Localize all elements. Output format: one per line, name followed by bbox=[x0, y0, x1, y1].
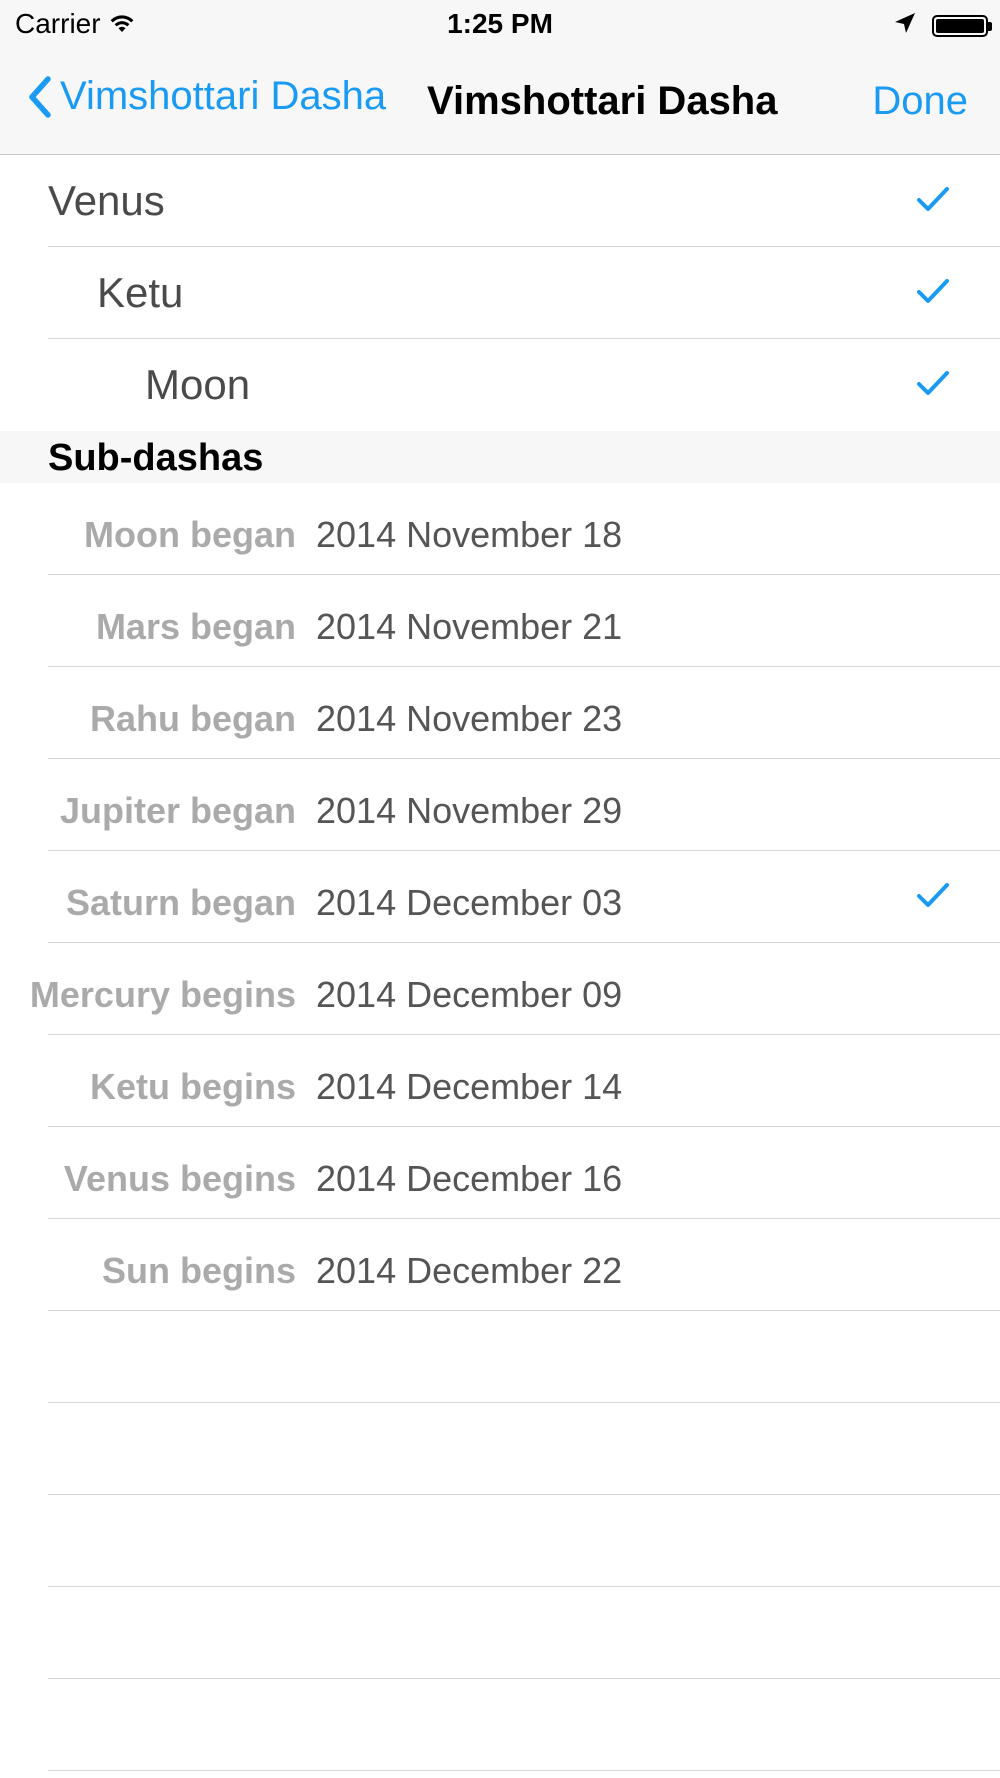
subdasha-date: 2014 December 09 bbox=[316, 974, 623, 1015]
location-arrow-icon bbox=[894, 12, 916, 39]
subdasha-row[interactable]: Ketu begins 2014 December 14 bbox=[0, 1035, 1000, 1127]
subdasha-label: Saturn began bbox=[65, 882, 296, 923]
subdasha-date: 2014 December 16 bbox=[316, 1158, 623, 1199]
navigation-header: Carrier 1:25 PM Vimshottari Dasha Vimsho… bbox=[0, 0, 1000, 155]
subdasha-label: Mars began bbox=[95, 606, 296, 647]
subdasha-row[interactable]: Mars began 2014 November 21 bbox=[0, 575, 1000, 667]
subdasha-date: 2014 November 21 bbox=[316, 606, 623, 647]
section-header: Sub-dashas bbox=[0, 431, 1000, 483]
subdasha-row[interactable]: Mercury begins 2014 December 09 bbox=[0, 943, 1000, 1035]
dasha-level-row-venus[interactable]: Venus bbox=[0, 155, 1000, 247]
checkmark-icon bbox=[916, 881, 950, 909]
subdasha-date: 2014 November 29 bbox=[316, 790, 623, 831]
checkmark-icon bbox=[916, 185, 950, 213]
empty-row bbox=[0, 1403, 1000, 1495]
subdasha-date: 2014 November 18 bbox=[316, 514, 623, 555]
subdasha-label: Mercury begins bbox=[29, 974, 296, 1015]
dasha-level-label: Moon bbox=[145, 361, 251, 408]
subdasha-row[interactable]: Jupiter began 2014 November 29 bbox=[0, 759, 1000, 851]
status-indicators bbox=[894, 12, 992, 39]
empty-row bbox=[0, 1679, 1000, 1771]
done-button[interactable]: Done bbox=[872, 79, 968, 124]
nav-bar: Vimshottari Dasha Vimshottari Dasha Done bbox=[0, 50, 1000, 155]
subdasha-row[interactable]: Sun begins 2014 December 22 bbox=[0, 1219, 1000, 1311]
battery-icon bbox=[932, 14, 992, 37]
subdasha-label: Rahu began bbox=[89, 698, 296, 739]
subdasha-date: 2014 November 23 bbox=[316, 698, 623, 739]
section-title: Sub-dashas bbox=[48, 437, 264, 479]
dasha-level-row-ketu[interactable]: Ketu bbox=[0, 247, 1000, 339]
subdasha-label: Ketu begins bbox=[89, 1066, 296, 1107]
subdasha-label: Venus begins bbox=[63, 1158, 296, 1199]
checkmark-icon bbox=[916, 369, 950, 397]
subdasha-list: Moon began 2014 November 18 Mars began 2… bbox=[0, 483, 1000, 1771]
subdasha-row[interactable]: Venus begins 2014 December 16 bbox=[0, 1127, 1000, 1219]
status-bar: Carrier 1:25 PM bbox=[0, 0, 1000, 50]
dasha-level-label: Venus bbox=[48, 177, 165, 224]
empty-row bbox=[0, 1587, 1000, 1679]
clock: 1:25 PM bbox=[447, 8, 553, 39]
empty-row bbox=[0, 1495, 1000, 1587]
subdasha-row[interactable]: Rahu began 2014 November 23 bbox=[0, 667, 1000, 759]
back-button[interactable]: Vimshottari Dasha bbox=[26, 74, 386, 119]
page-title: Vimshottari Dasha bbox=[427, 79, 778, 123]
subdasha-date: 2014 December 03 bbox=[316, 882, 623, 923]
dasha-level-label: Ketu bbox=[97, 269, 184, 316]
subdasha-row[interactable]: Moon began 2014 November 18 bbox=[0, 483, 1000, 575]
dasha-level-row-moon[interactable]: Moon bbox=[0, 339, 1000, 431]
back-button-label: Vimshottari Dasha bbox=[60, 74, 387, 118]
subdasha-date: 2014 December 14 bbox=[316, 1066, 623, 1107]
subdasha-label: Moon began bbox=[84, 514, 296, 555]
dasha-level-list: Venus Ketu Moon bbox=[0, 155, 1000, 431]
subdasha-date: 2014 December 22 bbox=[316, 1250, 623, 1291]
subdasha-label: Sun begins bbox=[101, 1250, 296, 1291]
subdasha-row[interactable]: Saturn began 2014 December 03 bbox=[0, 851, 1000, 943]
empty-row bbox=[0, 1311, 1000, 1403]
chevron-left-icon bbox=[26, 75, 52, 119]
checkmark-icon bbox=[916, 277, 950, 305]
subdasha-label: Jupiter began bbox=[59, 790, 296, 831]
